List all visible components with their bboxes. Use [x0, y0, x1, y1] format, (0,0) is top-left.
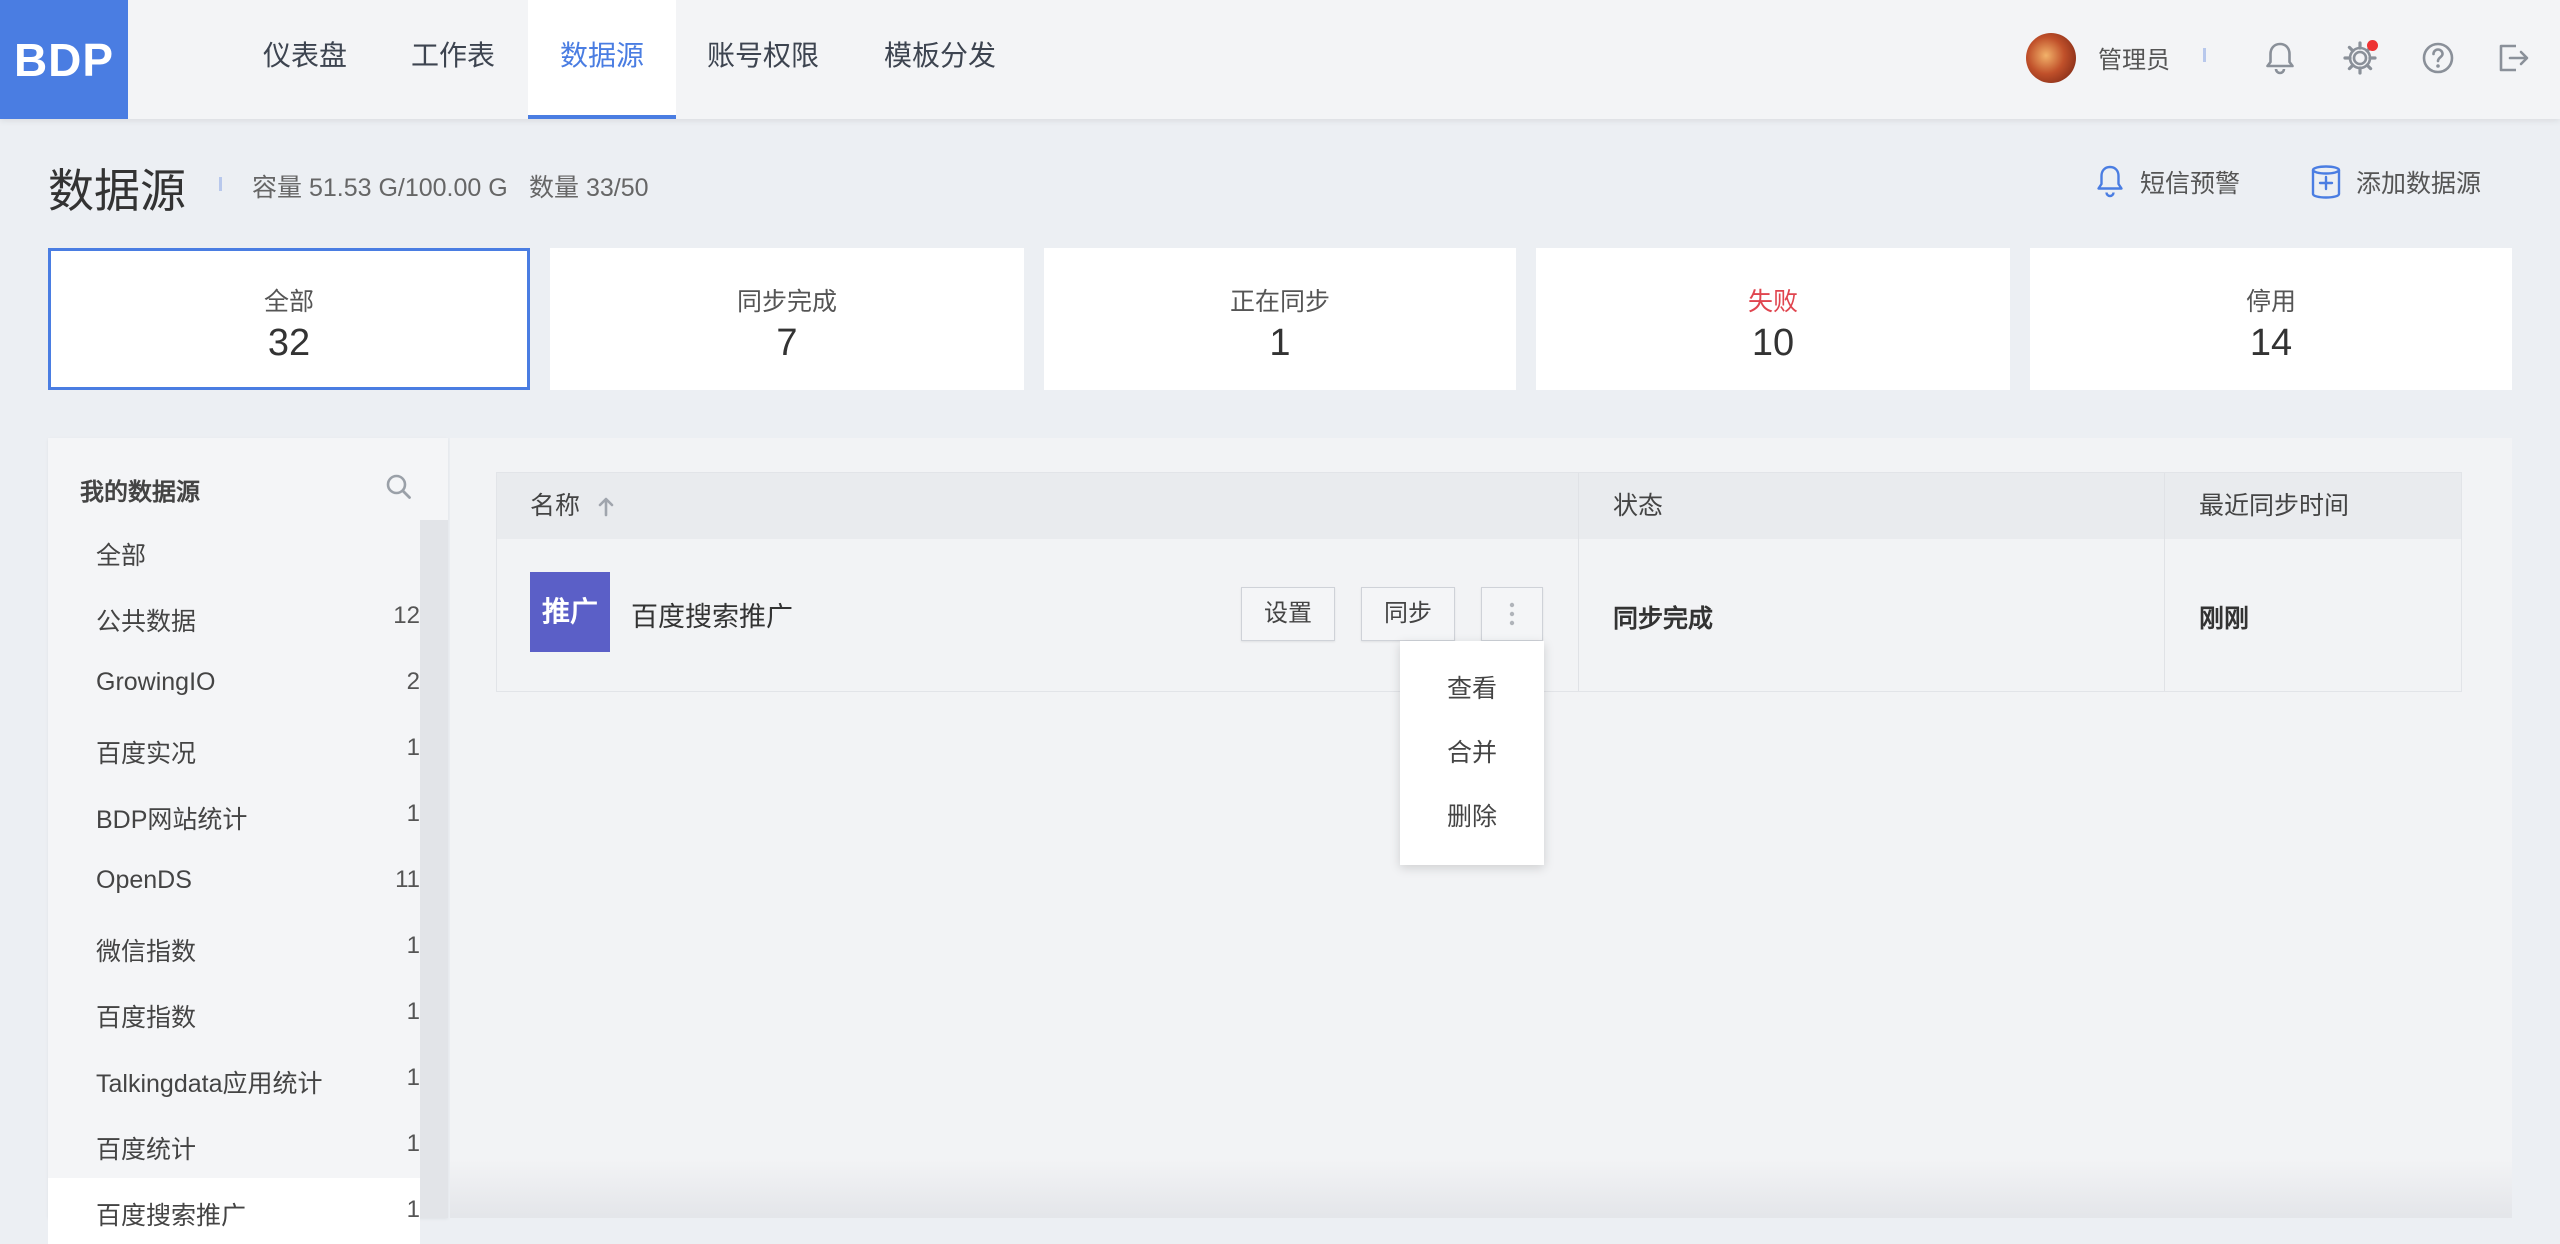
menu-item-view[interactable]: 查看	[1400, 657, 1544, 721]
sidebar-item-count: 1	[406, 734, 420, 761]
nav-template-distribution[interactable]: 模板分发	[870, 0, 1010, 119]
sidebar-item-bdp-web-stats[interactable]: BDP网站统计 1	[48, 782, 420, 848]
datasource-name[interactable]: 百度搜索推广	[631, 595, 793, 634]
count-info: 数量 33/50	[529, 174, 649, 202]
bdp-logo[interactable]: BDP	[0, 0, 128, 119]
menu-item-delete[interactable]: 删除	[1400, 785, 1544, 849]
sidebar-item-label: 公共数据	[96, 608, 197, 636]
capacity-info: 容量 51.53 G/100.00 G	[252, 174, 508, 202]
menu-item-merge[interactable]: 合并	[1400, 721, 1544, 785]
add-database-icon	[2311, 165, 2341, 199]
top-navbar: BDP 仪表盘 工作表 数据源 账号权限 模板分发 管理员	[0, 0, 2560, 119]
sidebar-item-label: Talkingdata应用统计	[96, 1070, 323, 1098]
sidebar-item-label: 微信指数	[96, 938, 197, 966]
sidebar-item-all[interactable]: 全部	[48, 518, 420, 584]
stat-card-disabled[interactable]: 停用 14	[2030, 248, 2512, 390]
sidebar-item-baidu-index[interactable]: 百度指数 1	[48, 980, 420, 1046]
nav-account-permissions[interactable]: 账号权限	[690, 0, 836, 119]
nav-worksheet[interactable]: 工作表	[390, 0, 516, 119]
sidebar-item-count: 12	[393, 602, 420, 629]
stat-card-syncing[interactable]: 正在同步 1	[1044, 248, 1516, 390]
sidebar-item-count: 1	[406, 1130, 420, 1157]
stat-label: 正在同步	[1229, 288, 1330, 316]
sort-ascending-icon[interactable]	[595, 494, 617, 518]
sidebar-item-label: 全部	[96, 542, 147, 570]
sync-button[interactable]: 同步	[1361, 587, 1455, 641]
stat-card-failed[interactable]: 失败 10	[1536, 248, 2010, 390]
sidebar-item-label: 百度实况	[96, 740, 197, 768]
column-header-status[interactable]: 状态	[1613, 473, 1663, 539]
stat-label: 停用	[2245, 288, 2296, 316]
sidebar-item-label: GrowingIO	[96, 668, 216, 696]
help-icon[interactable]	[2418, 38, 2458, 78]
sms-alert-button[interactable]: 短信预警	[2094, 160, 2240, 204]
sidebar-item-label: 百度搜索推广	[96, 1202, 247, 1230]
stat-value: 7	[776, 322, 798, 364]
more-vertical-icon	[1509, 602, 1515, 626]
notification-dot	[2367, 40, 2378, 51]
stat-label: 失败	[1747, 288, 1798, 316]
more-options-menu: 查看 合并 删除	[1400, 641, 1544, 865]
title-divider	[219, 177, 222, 191]
column-divider	[2164, 473, 2165, 691]
sidebar-item-baidu-stats[interactable]: 百度统计 1	[48, 1112, 420, 1178]
add-datasource-button[interactable]: 添加数据源	[2310, 160, 2481, 204]
datasource-logo: 推广	[530, 572, 610, 652]
sidebar-item-count: 1	[406, 1196, 420, 1223]
logout-icon[interactable]	[2492, 38, 2532, 78]
column-header-last-sync[interactable]: 最近同步时间	[2199, 473, 2349, 539]
sidebar-item-count: 1	[406, 800, 420, 827]
sidebar-item-label: BDP网站统计	[96, 806, 248, 834]
bell-icon	[2097, 165, 2123, 198]
table-header: 名称 状态 最近同步时间	[497, 473, 2461, 539]
add-datasource-label: 添加数据源	[2356, 170, 2482, 198]
status-text: 同步完成	[1613, 605, 1714, 633]
sidebar-item-wechat-index[interactable]: 微信指数 1	[48, 914, 420, 980]
sidebar-item-talkingdata[interactable]: Talkingdata应用统计 1	[48, 1046, 420, 1112]
sidebar-item-count: 1	[406, 932, 420, 959]
datasource-sidebar: 我的数据源 全部 公共数据 12 GrowingIO 2 百度实况 1 BDP网…	[48, 438, 448, 1244]
stat-card-all[interactable]: 全部 32	[48, 248, 530, 390]
settings-button[interactable]: 设置	[1241, 587, 1335, 641]
last-sync-time: 刚刚	[2199, 605, 2250, 633]
nav-datasource[interactable]: 数据源	[528, 0, 676, 119]
sidebar-item-growingio[interactable]: GrowingIO 2	[48, 650, 420, 716]
column-header-name[interactable]: 名称	[530, 473, 617, 539]
avatar[interactable]	[2026, 33, 2076, 83]
sidebar-item-label: 百度统计	[96, 1136, 197, 1164]
stat-value: 1	[1269, 322, 1291, 364]
stat-card-sync-complete[interactable]: 同步完成 7	[550, 248, 1024, 390]
scroll-shadow	[450, 1160, 2512, 1218]
more-options-button[interactable]	[1481, 587, 1543, 641]
sidebar-item-label: OpenDS	[96, 866, 192, 894]
sidebar-item-count: 1	[406, 998, 420, 1025]
stat-label: 全部	[263, 288, 314, 316]
stat-value: 14	[2249, 322, 2293, 364]
sidebar-item-opends[interactable]: OpenDS 11	[48, 848, 420, 914]
stat-value: 10	[1751, 322, 1795, 364]
search-icon[interactable]	[384, 472, 414, 502]
bell-icon[interactable]	[2260, 38, 2300, 78]
sidebar-item-public-data[interactable]: 公共数据 12	[48, 584, 420, 650]
sidebar-item-count: 2	[406, 668, 420, 695]
nav-dashboard[interactable]: 仪表盘	[242, 0, 368, 119]
sidebar-item-baidu-search-promo[interactable]: 百度搜索推广 1	[48, 1178, 420, 1244]
column-header-label: 名称	[530, 492, 581, 520]
sidebar-item-count: 1	[406, 1064, 420, 1091]
sidebar-item-label: 百度指数	[96, 1004, 197, 1032]
sidebar-scrollbar[interactable]	[420, 520, 448, 1218]
user-name[interactable]: 管理员	[2098, 40, 2170, 75]
sms-alert-label: 短信预警	[2140, 170, 2241, 198]
sidebar-item-count: 11	[395, 866, 420, 893]
page-title: 数据源	[48, 165, 186, 217]
column-divider	[1578, 473, 1579, 691]
stat-value: 32	[267, 322, 311, 364]
sidebar-title: 我的数据源	[80, 479, 200, 506]
nav-divider	[2203, 48, 2206, 62]
stat-label: 同步完成	[736, 288, 837, 316]
sidebar-item-baidu-live[interactable]: 百度实况 1	[48, 716, 420, 782]
